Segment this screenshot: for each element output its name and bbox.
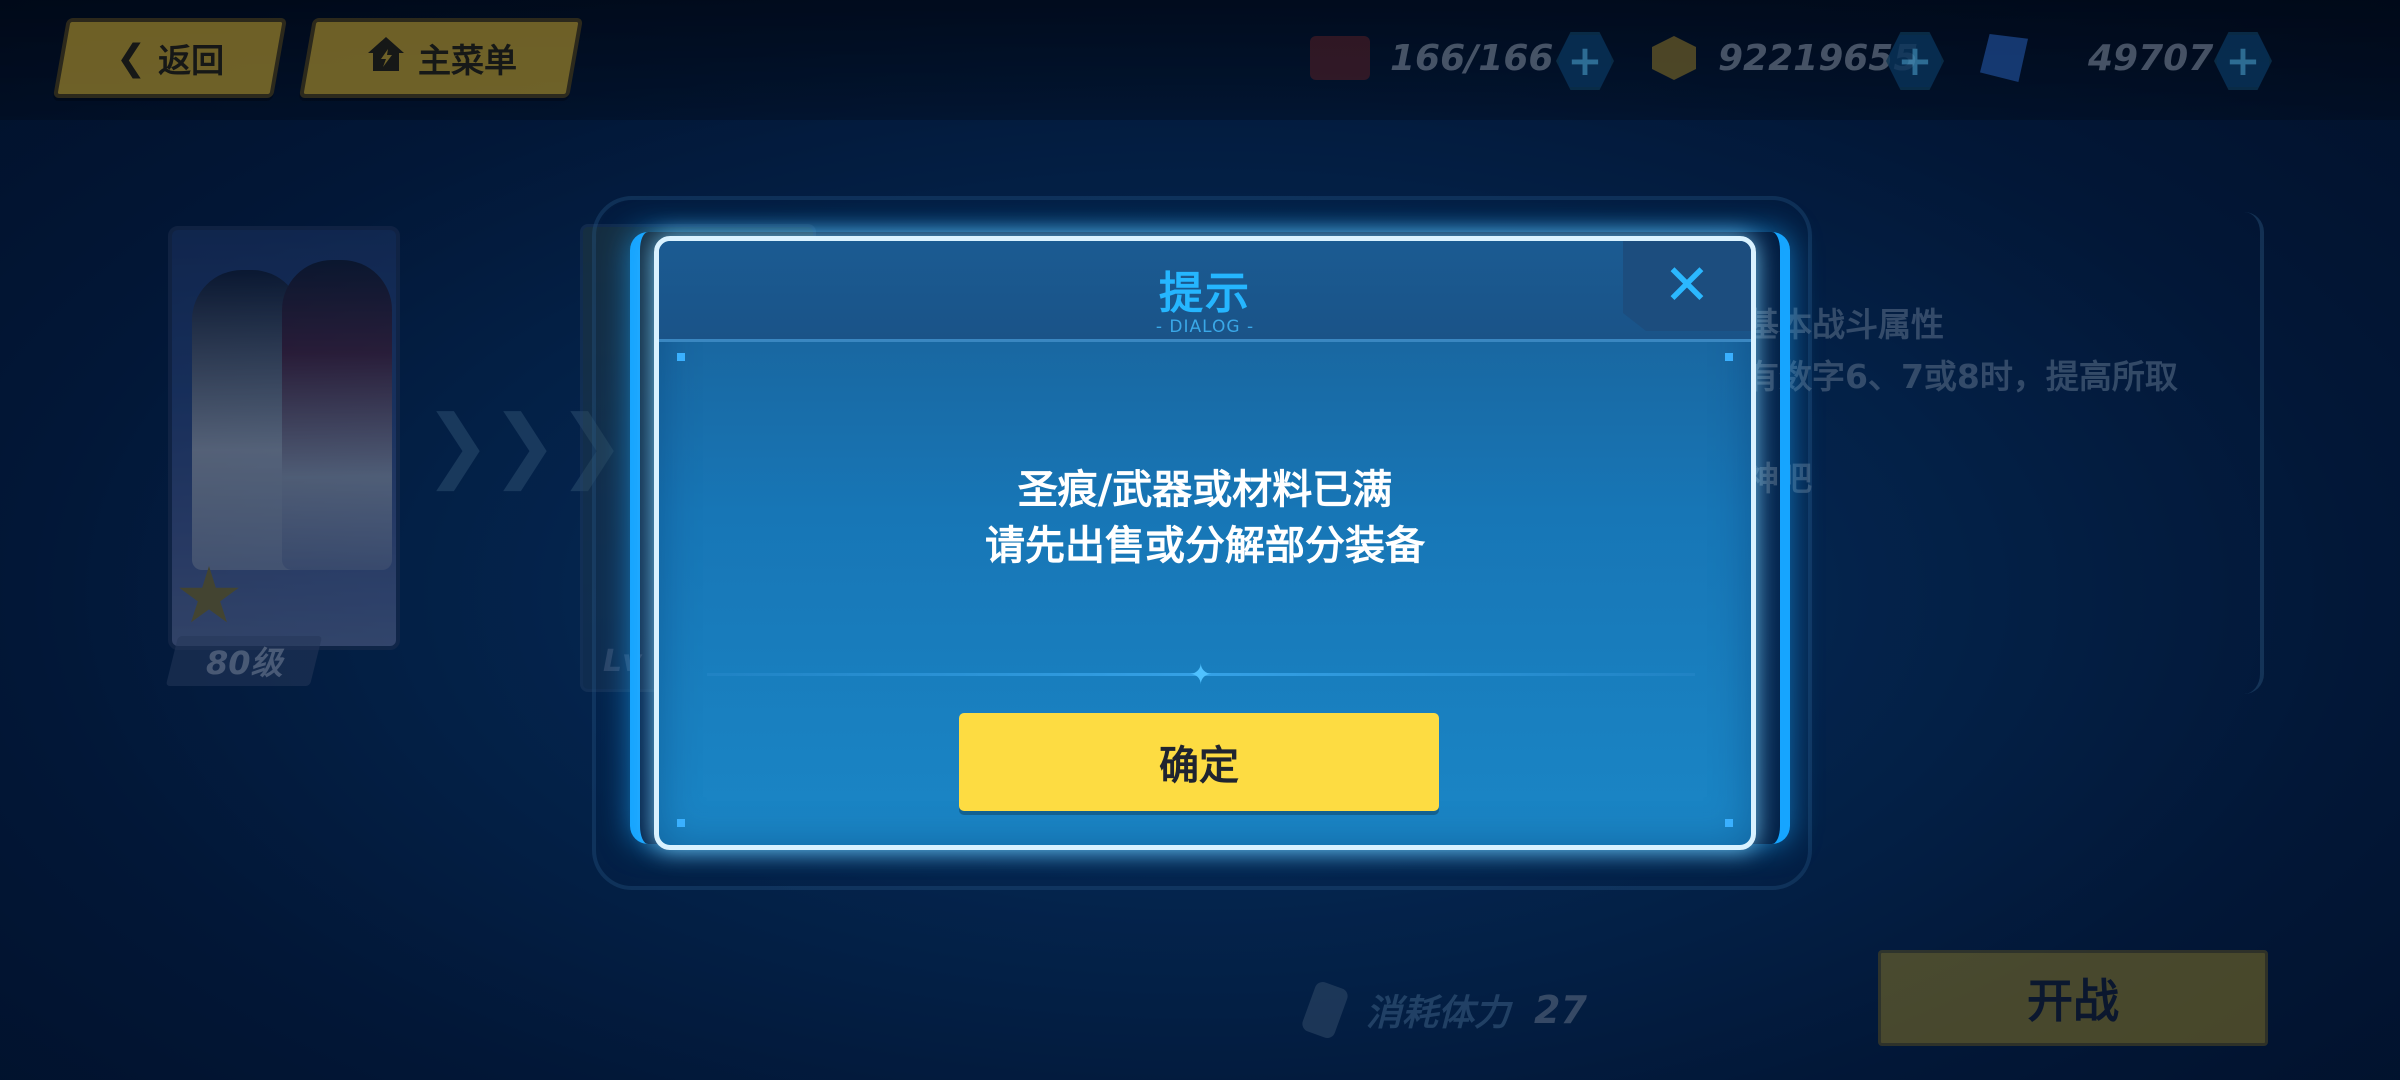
corner-dot: [1725, 353, 1733, 361]
corner-dot: [677, 819, 685, 827]
confirm-button-label: 确定: [1159, 744, 1239, 788]
close-icon: ✕: [1663, 253, 1711, 318]
confirm-button[interactable]: 确定: [959, 713, 1439, 811]
dialog: 提示 - DIALOG - ✕ 圣痕/武器或材料已满 请先出售或分解部分装备 ✦…: [654, 236, 1756, 850]
corner-dot: [1725, 819, 1733, 827]
corner-dot: [677, 353, 685, 361]
dialog-title: 提示: [1159, 268, 1251, 319]
sparkle-icon: ✦: [1189, 658, 1213, 691]
dialog-subtitle: - DIALOG -: [1155, 317, 1255, 337]
dialog-message-line-2: 请先出售或分解部分装备: [985, 523, 1425, 569]
close-button[interactable]: ✕: [1623, 241, 1751, 331]
dialog-header: 提示 - DIALOG - ✕: [659, 241, 1751, 342]
dialog-message-line-1: 圣痕/武器或材料已满: [1017, 467, 1393, 513]
